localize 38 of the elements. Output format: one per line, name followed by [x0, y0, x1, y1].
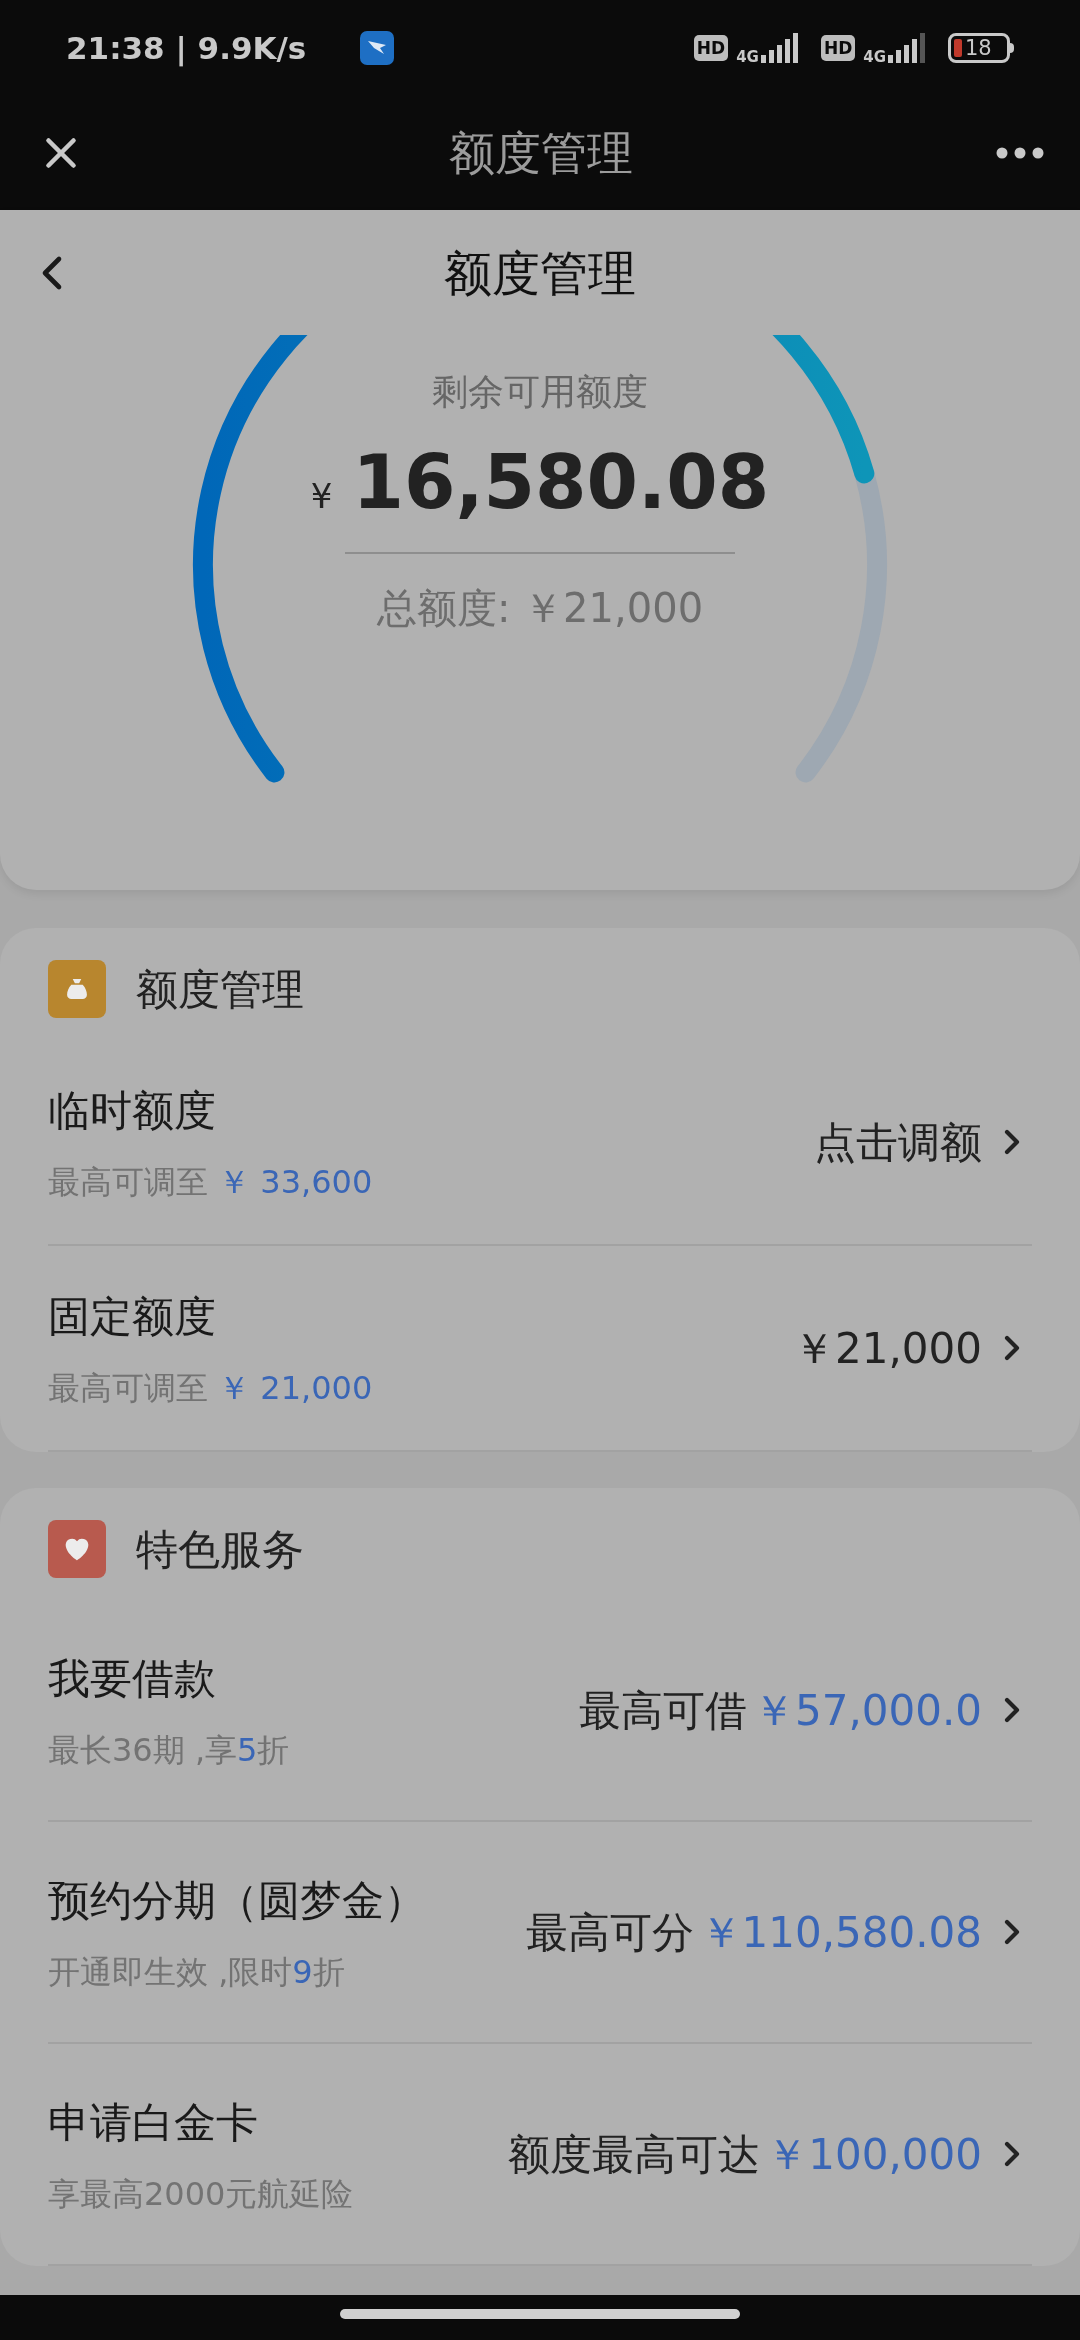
row-value: 最高可分￥110,580.08: [525, 1906, 982, 1959]
network-label: 4G: [863, 46, 886, 68]
service-row[interactable]: 我要借款 最长36期 ,享5折 最高可借￥57,000.0: [48, 1600, 1032, 1822]
section-title: 特色服务: [136, 1523, 304, 1576]
service-row[interactable]: 预约分期（圆梦金） 开通即生效 ,限时9折 最高可分￥110,580.08: [48, 1822, 1032, 2044]
more-icon: [996, 147, 1044, 159]
total-limit: 总额度: ￥21,000: [376, 584, 704, 633]
row-value: 点击调额: [814, 1116, 982, 1169]
signal-icon: [758, 33, 799, 63]
row-title: 我要借款: [48, 1652, 217, 1705]
service-row[interactable]: 申请白金卡 享最高2000元航延险 额度最高可达￥100,000: [48, 2044, 1032, 2266]
available-amount: 16,580.08: [352, 438, 770, 527]
row-subtitle: 最长36期 ,享5折: [48, 1729, 291, 1771]
hd-badge: HD: [693, 35, 729, 61]
currency-symbol: ¥: [310, 475, 333, 518]
row-value: ￥21,000: [793, 1322, 982, 1375]
hd-badge: HD: [820, 35, 856, 61]
signal-icon: [886, 33, 926, 63]
row-title: 固定额度: [48, 1290, 217, 1343]
more-button[interactable]: [996, 147, 1044, 159]
row-subtitle: 最高可调至 ￥ 33,600: [48, 1161, 374, 1203]
row-title: 临时额度: [48, 1084, 217, 1137]
service-row[interactable]: 固定额度 最高可调至 ￥ 21,000 ￥21,000: [48, 1246, 1032, 1452]
row-value: 最高可借￥57,000.0: [578, 1684, 982, 1737]
row-title: 申请白金卡: [48, 2096, 259, 2149]
row-subtitle: 享最高2000元航延险: [48, 2173, 355, 2215]
page-title: 额度管理: [449, 124, 633, 182]
row-subtitle: 开通即生效 ,限时9折: [48, 1951, 346, 1993]
header-title: 额度管理: [444, 243, 636, 303]
status-time: 21:38 | 9.9K/s: [66, 28, 307, 69]
row-subtitle: 最高可调至 ￥ 21,000: [48, 1367, 374, 1409]
available-label: 剩余可用额度: [432, 370, 648, 414]
network-label: 4G: [736, 46, 759, 68]
row-value: 额度最高可达￥100,000: [508, 2128, 982, 2181]
app-icon: [360, 31, 395, 65]
row-title: 预约分期（圆梦金）: [48, 1874, 427, 1927]
service-row[interactable]: 临时额度 最高可调至 ￥ 33,600 点击调额: [48, 1040, 1032, 1246]
section-title: 额度管理: [136, 963, 304, 1016]
